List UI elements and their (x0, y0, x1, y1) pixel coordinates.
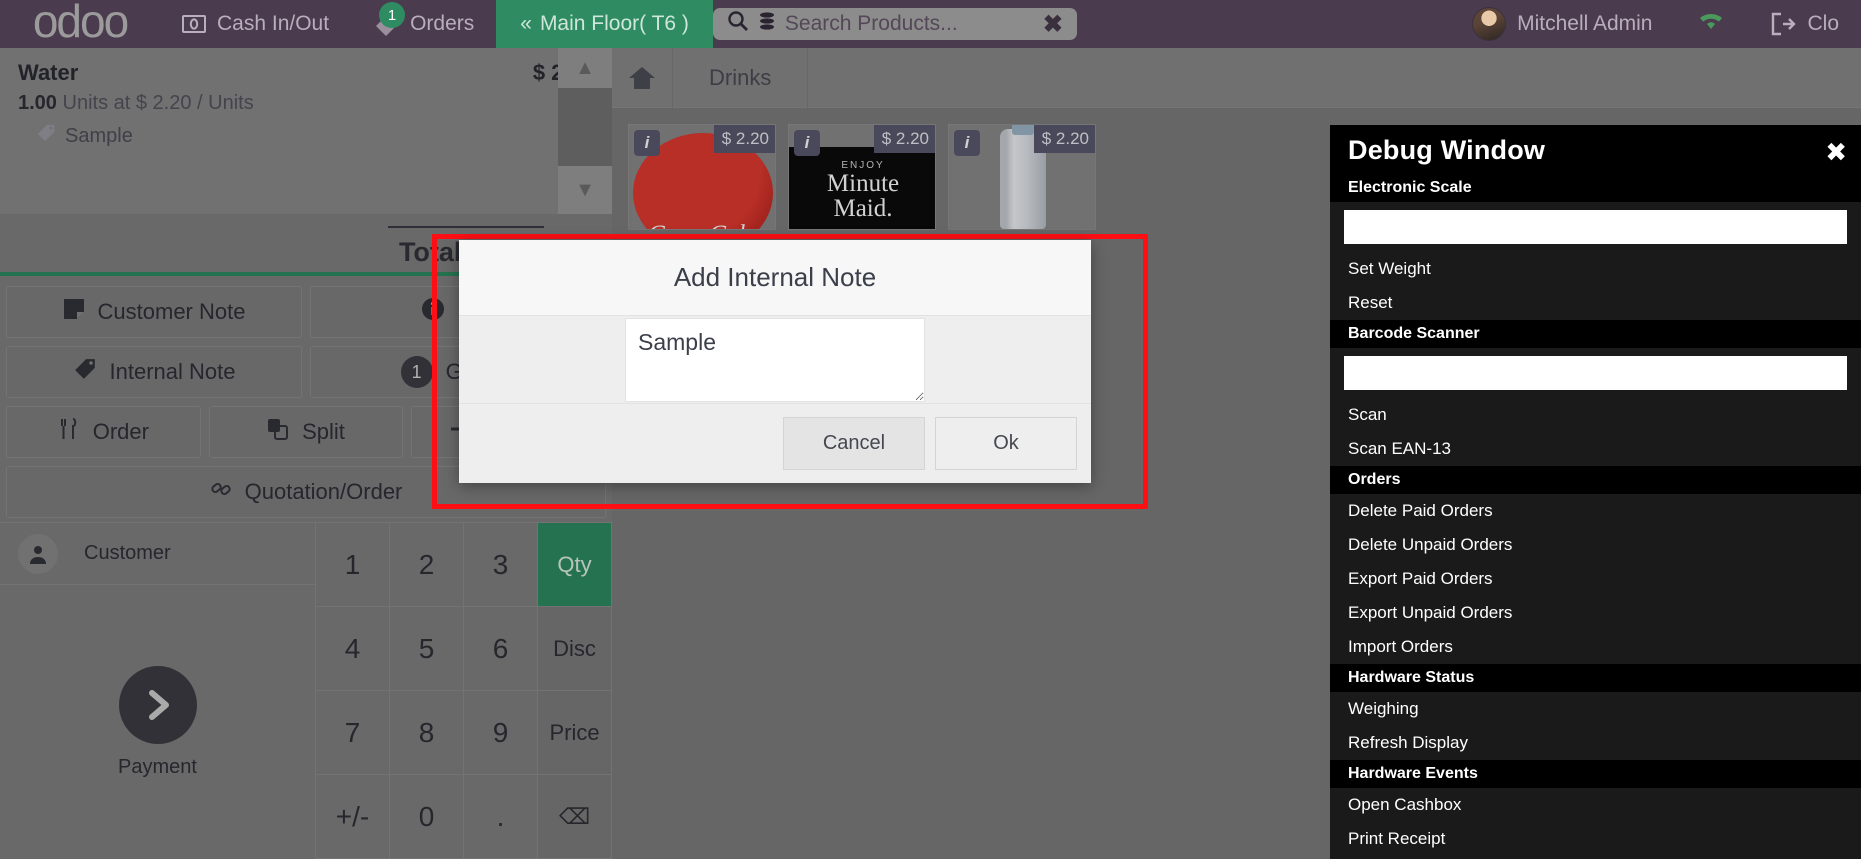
cancel-button[interactable]: Cancel (783, 417, 925, 470)
debug-item-scan[interactable]: Scan (1330, 398, 1861, 432)
debug-item-print-receipt[interactable]: Print Receipt (1330, 822, 1861, 856)
barcode-input[interactable] (1344, 356, 1847, 390)
avatar (1472, 7, 1507, 41)
debug-window-header: Debug Window ✖ (1330, 125, 1861, 174)
dialog-footer: Cancel Ok (459, 403, 1091, 483)
debug-item-scan-ean13[interactable]: Scan EAN-13 (1330, 432, 1861, 466)
dialog-title: Add Internal Note (459, 240, 1091, 316)
scale-weight-input-wrap (1330, 202, 1861, 252)
debug-item-import-orders[interactable]: Import Orders (1330, 630, 1861, 664)
debug-window-title: Debug Window (1348, 135, 1546, 165)
debug-item-weighing[interactable]: Weighing (1330, 692, 1861, 726)
debug-section-header-hardware-events: Hardware Events (1330, 760, 1861, 788)
wifi-icon (1696, 9, 1726, 40)
debug-section-header-scale: Electronic Scale (1330, 174, 1861, 202)
scale-weight-input[interactable] (1344, 210, 1847, 244)
search-clear-icon[interactable]: ✖ (1043, 10, 1063, 39)
floor-selector-button[interactable]: « Main Floor( T6 ) (496, 0, 713, 48)
debug-item-delete-paid-orders[interactable]: Delete Paid Orders (1330, 494, 1861, 528)
top-navigation-bar: odoo Cash In/Out 1 Orders « Main Floor( … (0, 0, 1861, 48)
product-search-box[interactable]: ✖ (712, 8, 1078, 40)
cash-in-out-button[interactable]: Cash In/Out (160, 0, 351, 48)
user-menu[interactable]: Mitchell Admin (1450, 7, 1674, 41)
chevron-left-double-icon: « (520, 12, 532, 35)
close-session-label: Clo (1807, 12, 1839, 35)
debug-section-header-hardware-status: Hardware Status (1330, 664, 1861, 692)
search-input[interactable] (784, 12, 1035, 36)
add-internal-note-dialog: Add Internal Note Cancel Ok (459, 240, 1091, 483)
orders-count-badge: 1 (379, 2, 406, 28)
topbar-right-group: Mitchell Admin Clo (1450, 0, 1861, 48)
orders-label: Orders (410, 12, 475, 35)
debug-item-delete-unpaid-orders[interactable]: Delete Unpaid Orders (1330, 528, 1861, 562)
close-icon[interactable]: ✖ (1825, 137, 1847, 168)
dialog-body (459, 316, 1091, 403)
debug-section-header-barcode: Barcode Scanner (1330, 320, 1861, 348)
floor-label: Main Floor( T6 ) (539, 12, 689, 35)
banknote-icon (182, 15, 206, 33)
debug-item-export-paid-orders[interactable]: Export Paid Orders (1330, 562, 1861, 596)
debug-section-header-orders: Orders (1330, 466, 1861, 494)
close-session-button[interactable]: Clo (1748, 12, 1861, 36)
pos-application: odoo Cash In/Out 1 Orders « Main Floor( … (0, 0, 1861, 859)
debug-item-reset[interactable]: Reset (1330, 286, 1861, 320)
debug-window: Debug Window ✖ Electronic Scale Set Weig… (1330, 125, 1861, 859)
user-name-label: Mitchell Admin (1517, 12, 1653, 35)
ok-button[interactable]: Ok (935, 417, 1077, 470)
orders-button[interactable]: 1 Orders (351, 0, 496, 48)
cash-in-out-label: Cash In/Out (217, 12, 330, 35)
debug-item-open-cashbox[interactable]: Open Cashbox (1330, 788, 1861, 822)
connection-status[interactable] (1674, 9, 1748, 40)
debug-item-set-weight[interactable]: Set Weight (1330, 252, 1861, 286)
odoo-logo[interactable]: odoo (0, 0, 160, 48)
database-icon (757, 11, 777, 37)
debug-item-export-unpaid-orders[interactable]: Export Unpaid Orders (1330, 596, 1861, 630)
logout-icon (1770, 12, 1797, 36)
internal-note-textarea[interactable] (625, 317, 925, 402)
barcode-input-wrap (1330, 348, 1861, 398)
debug-item-refresh-display[interactable]: Refresh Display (1330, 726, 1861, 760)
search-icon (727, 10, 749, 38)
